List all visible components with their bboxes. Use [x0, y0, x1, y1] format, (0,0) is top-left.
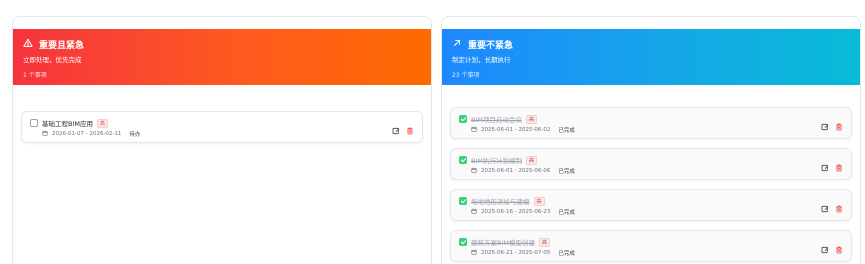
calendar-icon	[471, 208, 477, 216]
task-status: 已完成	[558, 210, 575, 216]
quadrant-header: 重要不紧急 制定计划，长期执行 23 个事项	[442, 29, 860, 85]
quadrant-important-not-urgent: 重要不紧急 制定计划，长期执行 23 个事项 BIM项目启动会议 高 2025-…	[441, 16, 861, 264]
priority-badge: 高	[533, 196, 545, 206]
quadrant-subtitle: 制定计划，长期执行	[452, 56, 511, 64]
priority-badge: 高	[525, 114, 537, 124]
edit-icon[interactable]	[821, 198, 829, 217]
quadrant-subtitle: 立即处理，优先完成	[23, 56, 82, 64]
task-dates: 2025-06-01 - 2025-06-02	[481, 127, 551, 133]
edit-icon[interactable]	[392, 120, 400, 139]
task-title: 场地地形测绘与建模	[471, 198, 530, 206]
task-status: 已完成	[558, 128, 575, 134]
task-title: 建筑方案BIM模型创建	[471, 239, 535, 247]
task-dates: 2025-06-16 - 2025-06-23	[481, 209, 551, 215]
edit-icon[interactable]	[821, 157, 829, 176]
edit-icon[interactable]	[821, 239, 829, 258]
task-list: BIM项目启动会议 高 2025-06-01 - 2025-06-02 已完成 …	[442, 85, 860, 262]
calendar-icon	[471, 126, 477, 134]
task-card[interactable]: 基础工程BIM应用 高 2026-01-07 - 2026-02-11 待办	[21, 111, 423, 143]
task-checkbox[interactable]	[459, 238, 467, 246]
priority-badge: 高	[96, 118, 108, 128]
arrow-up-right-icon	[452, 38, 462, 51]
task-card[interactable]: BIM执行计划编制 高 2025-06-01 - 2025-06-06 已完成	[450, 148, 852, 180]
delete-icon[interactable]	[835, 198, 843, 217]
delete-icon[interactable]	[835, 239, 843, 258]
task-checkbox[interactable]	[30, 119, 38, 127]
delete-icon[interactable]	[835, 116, 843, 135]
calendar-icon	[471, 249, 477, 257]
task-dates: 2026-01-07 - 2026-02-11	[52, 131, 122, 137]
priority-badge: 高	[525, 155, 537, 165]
edit-icon[interactable]	[821, 116, 829, 135]
quadrant-title: 重要且紧急	[39, 40, 85, 51]
quadrant-count: 23 个事项	[452, 72, 480, 79]
task-status: 待办	[129, 132, 141, 138]
task-dates: 2025-06-01 - 2025-06-06	[481, 168, 551, 174]
quadrant-urgent-important: 重要且紧急 立即处理，优先完成 1 个事项 基础工程BIM应用 高 2026-0…	[12, 16, 432, 264]
delete-icon[interactable]	[835, 157, 843, 176]
task-checkbox[interactable]	[459, 197, 467, 205]
quadrant-count: 1 个事项	[23, 72, 47, 79]
task-card[interactable]: 场地地形测绘与建模 高 2025-06-16 - 2025-06-23 已完成	[450, 189, 852, 221]
task-card[interactable]: 建筑方案BIM模型创建 高 2025-06-21 - 2025-07-05 已完…	[450, 230, 852, 262]
task-list: 基础工程BIM应用 高 2026-01-07 - 2026-02-11 待办	[13, 85, 431, 143]
calendar-icon	[42, 130, 48, 138]
priority-badge: 高	[538, 237, 550, 247]
alert-triangle-icon	[23, 38, 33, 51]
task-dates: 2025-06-21 - 2025-07-05	[481, 250, 551, 256]
delete-icon[interactable]	[406, 120, 414, 139]
quadrant-title: 重要不紧急	[468, 40, 514, 51]
task-checkbox[interactable]	[459, 156, 467, 164]
task-checkbox[interactable]	[459, 115, 467, 123]
quadrant-board: 重要且紧急 立即处理，优先完成 1 个事项 基础工程BIM应用 高 2026-0…	[0, 0, 865, 264]
task-status: 已完成	[558, 169, 575, 175]
task-title: BIM执行计划编制	[471, 157, 522, 165]
task-title: 基础工程BIM应用	[42, 120, 93, 128]
task-title: BIM项目启动会议	[471, 116, 522, 124]
calendar-icon	[471, 167, 477, 175]
task-card[interactable]: BIM项目启动会议 高 2025-06-01 - 2025-06-02 已完成	[450, 107, 852, 139]
task-status: 已完成	[558, 251, 575, 257]
quadrant-header: 重要且紧急 立即处理，优先完成 1 个事项	[13, 29, 431, 85]
